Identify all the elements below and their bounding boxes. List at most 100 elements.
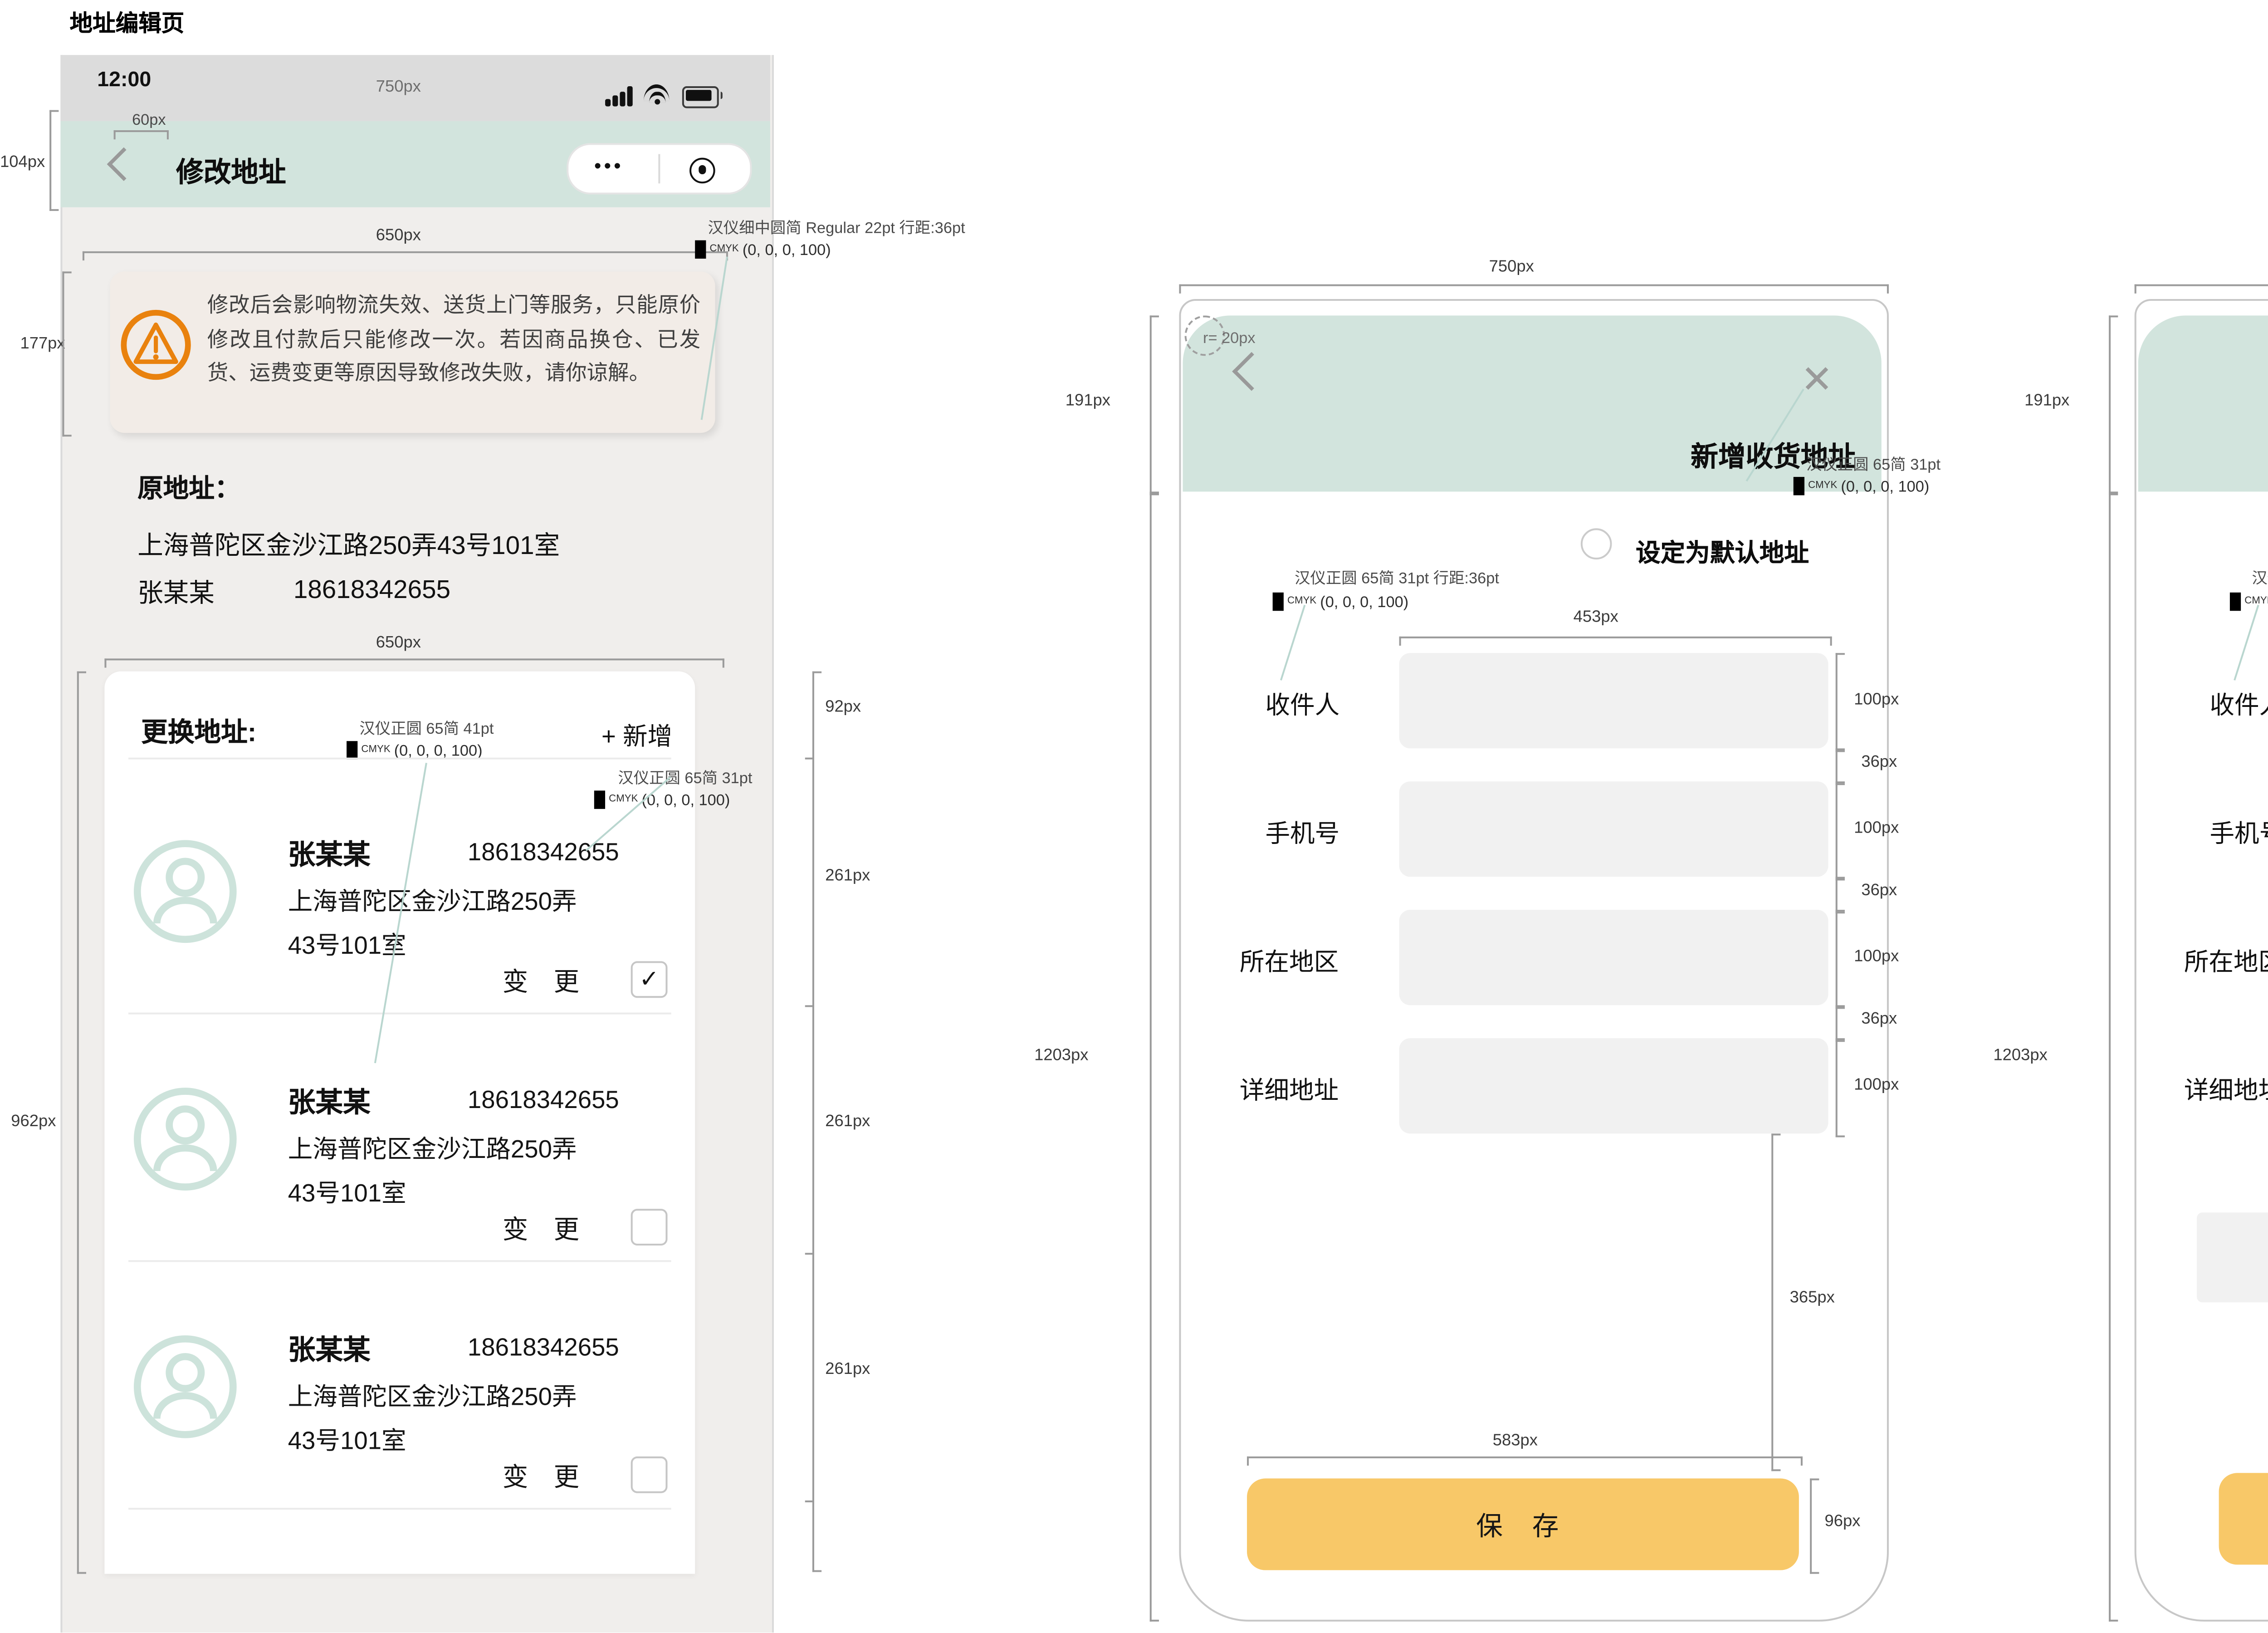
warning-icon [117, 306, 195, 383]
check-icon: ✓ [639, 965, 659, 994]
detail-input[interactable] [1399, 1038, 1828, 1133]
address-item[interactable]: 张某某 18618342655 上海普陀区金沙江路250弄 43号101室 变 … [104, 1013, 695, 1260]
signal-icon [605, 84, 635, 107]
dim-750-mid: 750px [1489, 257, 1534, 275]
save-button[interactable]: 保 存 [1247, 1478, 1799, 1570]
save-label: 保 存 [1476, 1505, 1569, 1544]
address-item[interactable]: 张某某 18618342655 上海普陀区金沙江路250弄 43号101室 变 … [104, 765, 695, 1013]
avatar [132, 839, 238, 945]
phone-input[interactable] [1399, 781, 1828, 877]
cmyk-note-b: CMYK (0, 0, 0, 100) [347, 741, 483, 759]
font-note-31lh-mid: 汉仪正圆 65简 31pt 行距:36pt [1295, 567, 1499, 589]
avatar [132, 1086, 238, 1192]
color-swatch [347, 741, 357, 759]
dim-261-a: 261px [825, 866, 870, 884]
dim-261-b: 261px [825, 1112, 870, 1130]
field-label-phone: 手机号 [1265, 813, 1339, 849]
page-title: 地址编辑页 [70, 4, 185, 39]
address-item[interactable]: 张某某 18618342655 上海普陀区金沙江路250弄 43号101室 变 … [104, 1260, 695, 1508]
bracket-650-a [83, 251, 728, 260]
cmyk-note-right-form: CMYK (0, 0, 0, 100) [2230, 593, 2268, 611]
measure-tick [805, 758, 814, 760]
dim-650-a: 650px [376, 226, 421, 244]
dim-60: 60px [132, 110, 166, 128]
target-dot [698, 165, 706, 174]
radius-note: r= 20px [1203, 329, 1256, 347]
dim-191-right: 191px [2024, 391, 2069, 409]
field-label-detail: 详细地址 [2184, 1069, 2268, 1106]
change-button[interactable]: 变 更 [503, 1458, 589, 1495]
item-name: 张某某 [288, 1330, 371, 1368]
add-address-button[interactable]: + 新增 [601, 716, 672, 752]
card-header-divider [128, 758, 671, 760]
region-input[interactable] [1399, 910, 1828, 1005]
recipient-input[interactable] [1399, 653, 1828, 748]
font-note-41: 汉仪正圆 65简 41pt [359, 717, 494, 740]
item-address-1: 上海普陀区金沙江路250弄 [288, 880, 577, 917]
bracket-650-b [104, 658, 724, 667]
dim-36-m1: 36px [1861, 752, 1897, 770]
cmyk-note-a: CMYK (0, 0, 0, 100) [695, 240, 831, 259]
bracket-36-m1 [1836, 748, 1845, 785]
dim-583: 583px [1493, 1431, 1538, 1449]
field-label-region: 所在地区 [2184, 941, 2268, 978]
bracket-365 [1771, 1133, 1780, 1471]
item-name: 张某某 [288, 1082, 371, 1121]
item-address-2: 43号101室 [288, 1172, 406, 1209]
color-swatch [1273, 593, 1284, 611]
dim-1203-mid: 1203px [1034, 1045, 1088, 1064]
color-swatch [1794, 477, 1804, 495]
item-address-1: 上海普陀区金沙江路250弄 [288, 1376, 577, 1412]
right-nav-bar: 地址变更 [2138, 315, 2268, 491]
dim-261-c: 261px [825, 1359, 870, 1378]
delete-button[interactable]: 删 除 [2197, 1212, 2268, 1302]
change-button[interactable]: 变 更 [503, 963, 589, 1000]
bracket-100-m1 [1836, 653, 1845, 752]
dim-1203-right: 1203px [1993, 1045, 2047, 1064]
bracket-177 [62, 271, 71, 436]
bracket-962 [77, 672, 86, 1574]
font-note-31lh-right: 汉仪正圆 65简 31pt 行距:36pt [2252, 567, 2268, 589]
font-note-31-title-mid: 汉仪正圆 65简 31pt [1806, 453, 1941, 476]
card-title: 更换地址: [141, 712, 256, 750]
item-phone: 18618342655 [468, 1086, 619, 1113]
dim-100-m3: 100px [1854, 946, 1899, 965]
left-nav-title: 修改地址 [176, 152, 286, 191]
save-button[interactable]: 保 存 [2219, 1473, 2268, 1564]
item-phone: 18618342655 [468, 1334, 619, 1361]
measure-tick [805, 1005, 814, 1007]
more-dots-icon[interactable]: ••• [594, 156, 624, 178]
bracket-1203-right [2109, 491, 2118, 1621]
item-checkbox[interactable] [631, 1456, 668, 1493]
bracket-36-m3 [1836, 1005, 1845, 1042]
cmyk-note-mid-form: CMYK (0, 0, 0, 100) [1273, 593, 1409, 611]
capsule-divider [658, 154, 660, 184]
middle-nav-bar: 新增收货地址 [1183, 315, 1882, 491]
capsule-menu[interactable]: ••• [567, 143, 752, 194]
bracket-191-right [2109, 315, 2118, 495]
default-address-radio[interactable] [1581, 528, 1612, 559]
change-button[interactable]: 变 更 [503, 1211, 589, 1247]
bracket-36-m2 [1836, 877, 1845, 913]
close-icon[interactable]: ✕ [1801, 361, 1833, 400]
field-label-phone: 手机号 [2209, 813, 2268, 849]
field-label-detail: 详细地址 [1240, 1069, 1339, 1106]
warning-text: 修改后会影响物流失效、送货上门等服务，只能原价修改且付款后只能修改一次。若因商品… [207, 290, 700, 418]
default-address-label: 设定为默认地址 [1636, 532, 1809, 569]
bracket-100-m3 [1836, 910, 1845, 1009]
color-swatch [695, 240, 706, 259]
original-address-value: 上海普陀区金沙江路250弄43号101室 [137, 526, 560, 563]
dim-962: 962px [11, 1112, 56, 1130]
bracket-100-m2 [1836, 781, 1845, 880]
dim-96: 96px [1824, 1511, 1860, 1530]
dim-177: 177px [20, 334, 65, 352]
bracket-191-mid [1150, 315, 1159, 495]
bracket-583 [1247, 1456, 1803, 1466]
item-checkbox[interactable] [631, 1209, 668, 1246]
dim-650-b: 650px [376, 633, 421, 651]
bracket-100-m4 [1836, 1038, 1845, 1137]
original-phone: 18618342655 [293, 574, 450, 603]
item-checkbox-checked[interactable]: ✓ [631, 961, 668, 998]
avatar [132, 1334, 238, 1440]
wifi-icon [644, 84, 671, 104]
